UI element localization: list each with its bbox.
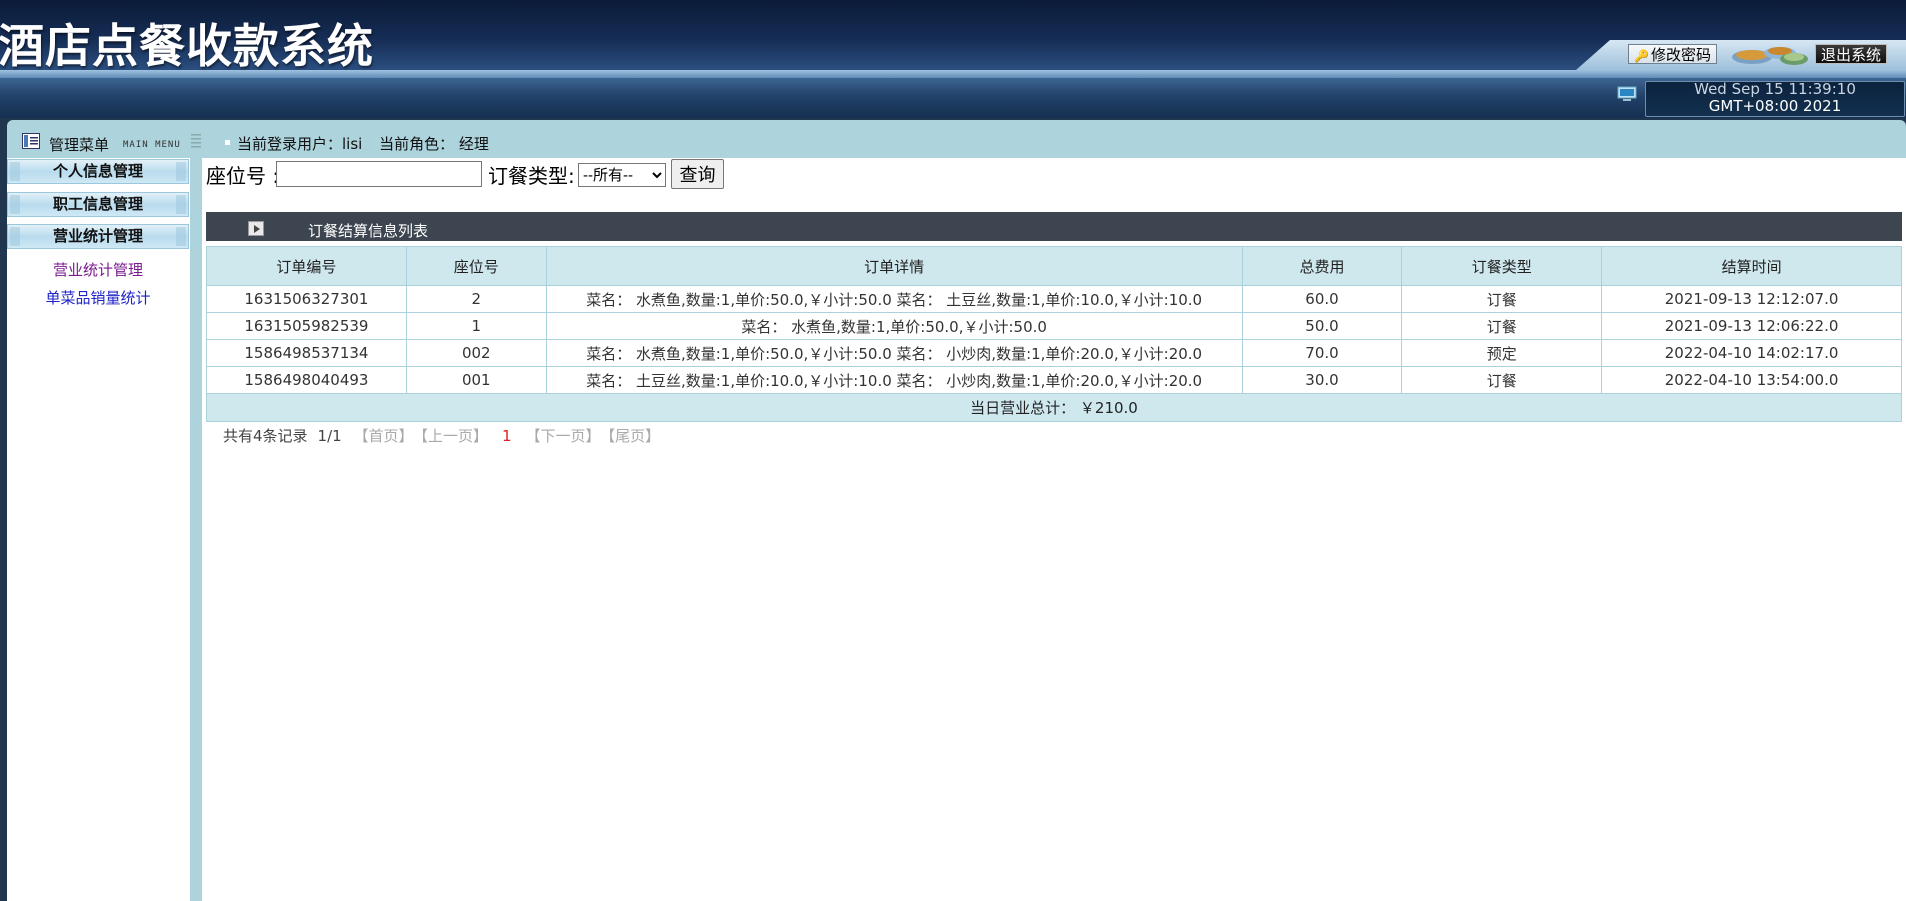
sidebar-link-dish-sales[interactable]: 单菜品销量统计 [7,287,189,308]
order-type-select[interactable]: --所有-- [578,163,666,187]
first-page-link[interactable]: 【首页】 [353,427,413,445]
cell-total: 60.0 [1241,285,1403,313]
cell-time: 2022-04-10 13:54:00.0 [1601,366,1902,394]
cell-type: 订餐 [1401,285,1603,313]
total-records: 共有4条记录 [223,427,308,445]
column-header-total: 总费用 [1241,246,1403,286]
cell-details: 菜名： 水煮鱼,数量:1,单价:50.0,￥小计:50.0 菜名： 小炒肉,数量… [545,339,1243,367]
list-header-bar: 订餐结算信息列表 [206,212,1902,241]
cell-details: 菜名： 水煮鱼,数量:1,单价:50.0,￥小计:50.0 [545,312,1243,340]
table-row: 1586498040493 001 菜名： 土豆丝,数量:1,单价:10.0,￥… [206,366,1902,394]
cell-total: 70.0 [1241,339,1403,367]
table-row: 1631505982539 1 菜名： 水煮鱼,数量:1,单价:50.0,￥小计… [206,312,1902,340]
current-role: 当前角色： 经理 [379,135,489,153]
cell-details: 菜名： 土豆丝,数量:1,单价:10.0,￥小计:10.0 菜名： 小炒肉,数量… [545,366,1243,394]
sidebar-link-business-stats[interactable]: 营业统计管理 [7,259,189,280]
cell-seat: 2 [405,285,547,313]
cell-time: 2021-09-13 12:06:22.0 [1601,312,1902,340]
cell-order-id: 1631505982539 [206,312,407,340]
column-header-time: 结算时间 [1601,246,1902,286]
change-password-label: 修改密码 [1650,46,1711,64]
order-type-label: 订餐类型: [488,164,575,188]
pagination: 共有4条记录 1/1 【首页】 【上一页】 1 【下一页】 【尾页】 [223,425,660,446]
cell-details: 菜名： 水煮鱼,数量:1,单价:50.0,￥小计:50.0 菜名： 土豆丝,数量… [545,285,1243,313]
cell-type: 订餐 [1401,312,1603,340]
column-header-seat: 座位号 [405,246,547,286]
prev-page-link[interactable]: 【上一页】 [420,427,488,445]
cell-seat: 002 [405,339,547,367]
sidebar-group-personal-info[interactable]: 个人信息管理 [7,159,189,184]
logout-button[interactable]: 退出系统 [1815,44,1888,64]
users-group-icon [1732,47,1808,65]
cell-seat: 001 [405,366,547,394]
menu-title: 管理菜单 [49,136,110,154]
next-page-link[interactable]: 【下一页】 [526,427,601,445]
menu-title-en: MAIN MENU [123,140,181,150]
table-row: 1631506327301 2 菜名： 水煮鱼,数量:1,单价:50.0,￥小计… [206,285,1902,313]
cell-total: 30.0 [1241,366,1403,394]
last-page-link[interactable]: 【尾页】 [608,427,661,445]
cell-seat: 1 [405,312,547,340]
cell-order-id: 1586498537134 [206,339,407,367]
datetime-display: Wed Sep 15 11:39:10 GMT+08:00 2021 [1645,81,1905,117]
monitor-icon [1617,86,1637,101]
sidebar-gutter [190,158,202,901]
query-button[interactable]: 查询 [671,159,724,189]
sidebar-group-business-stats[interactable]: 营业统计管理 [7,224,189,249]
cell-order-id: 1586498040493 [206,366,407,394]
bullet-icon [225,140,230,145]
app-title: 酒店点餐收款系统 [0,19,374,73]
sidebar-group-staff-info[interactable]: 职工信息管理 [7,192,189,217]
menu-panel-icon [22,133,40,149]
key-icon: 🔑 [1634,49,1649,63]
table-row: 1586498537134 002 菜名： 水煮鱼,数量:1,单价:50.0,￥… [206,339,1902,367]
cell-type: 预定 [1401,339,1603,367]
column-header-type: 订餐类型 [1401,246,1603,286]
cell-total: 50.0 [1241,312,1403,340]
daily-total: 当日营业总计： ￥210.0 [206,393,1902,422]
seat-number-label: 座位号 : [206,164,280,188]
menu-collapse-handle-icon[interactable] [191,132,201,148]
datetime-line1: Wed Sep 15 11:39:10 [1694,81,1856,98]
cell-type: 订餐 [1401,366,1603,394]
change-password-button[interactable]: 🔑 修改密码 [1628,44,1717,64]
order-table: 订单编号 座位号 订单详情 总费用 订餐类型 结算时间 163150632730… [206,246,1902,422]
table-total-row: 当日营业总计： ￥210.0 [206,393,1902,422]
column-header-details: 订单详情 [545,246,1243,286]
current-user: 当前登录用户：lisi [237,135,363,153]
current-page: 1 [502,427,512,445]
cell-order-id: 1631506327301 [206,285,407,313]
column-header-order-id: 订单编号 [206,246,407,286]
cell-time: 2022-04-10 14:02:17.0 [1601,339,1902,367]
page-position: 1/1 [317,427,342,445]
play-icon [248,221,264,236]
seat-number-input[interactable] [276,161,482,187]
list-title: 订餐结算信息列表 [308,222,429,240]
current-user-info: 当前登录用户：lisi 当前角色： 经理 [237,133,501,154]
cell-time: 2021-09-13 12:12:07.0 [1601,285,1902,313]
datetime-line2: GMT+08:00 2021 [1708,97,1842,115]
table-header-row: 订单编号 座位号 订单详情 总费用 订餐类型 结算时间 [206,246,1902,286]
